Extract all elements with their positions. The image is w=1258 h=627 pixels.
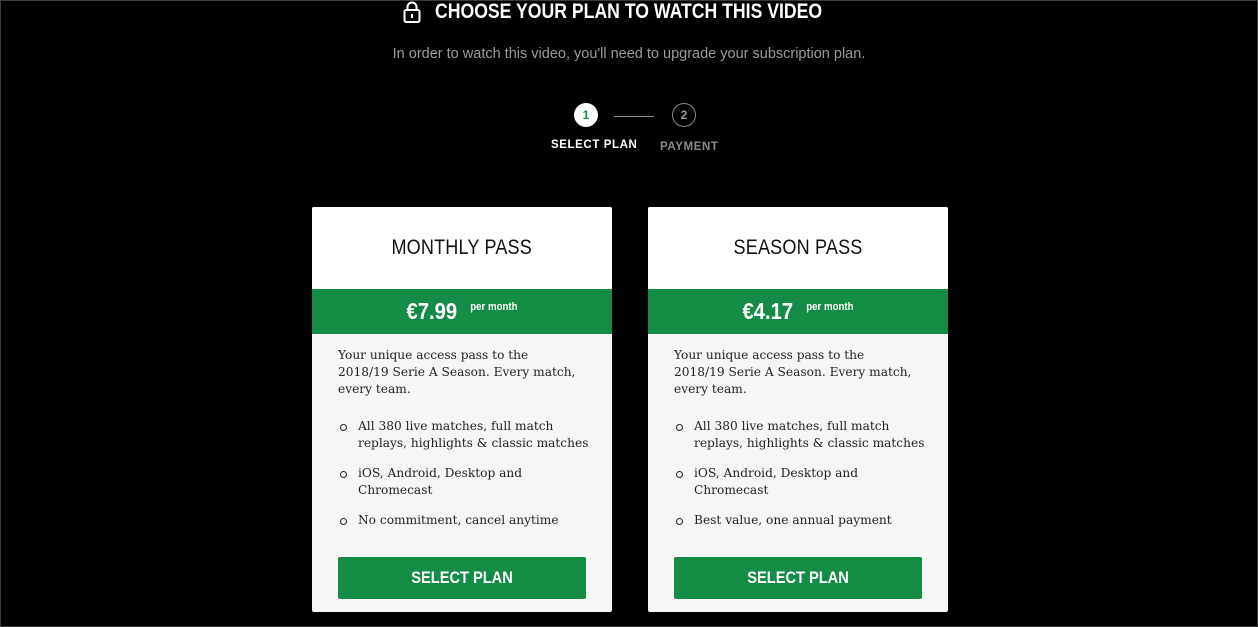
step-1-label: SELECT PLAN — [551, 139, 638, 151]
price-period: per month — [806, 300, 854, 313]
feature-item: No commitment, cancel anytime — [338, 512, 594, 529]
circle-bullet-icon — [676, 518, 683, 525]
circle-bullet-icon — [340, 471, 347, 478]
plan-card-monthly: MONTHLY PASS €7.99 per month Your unique… — [312, 207, 612, 612]
plan-header: MONTHLY PASS — [312, 207, 612, 289]
feature-list: All 380 live matches, full match replays… — [674, 418, 924, 529]
feature-text: No commitment, cancel anytime — [358, 513, 559, 527]
circle-bullet-icon — [340, 424, 347, 431]
plan-stepper: 1 2 SELECT PLAN PAYMENT — [0, 103, 1258, 163]
plan-description: Your unique access pass to the 2018/19 S… — [338, 348, 576, 396]
plan-description: Your unique access pass to the 2018/19 S… — [674, 348, 912, 396]
feature-item: Best value, one annual payment — [674, 512, 930, 529]
plan-body: Your unique access pass to the 2018/19 S… — [312, 334, 612, 529]
plan-price: €7.99 — [406, 298, 458, 324]
plan-title: MONTHLY PASS — [391, 236, 533, 259]
plan-body: Your unique access pass to the 2018/19 S… — [648, 334, 948, 529]
feature-item: iOS, Android, Desktop and Chromecast — [674, 465, 930, 499]
page-title: CHOOSE YOUR PLAN TO WATCH THIS VIDEO — [435, 0, 823, 23]
lock-icon — [403, 1, 421, 23]
plan-price: €4.17 — [742, 298, 794, 324]
select-plan-button[interactable]: SELECT PLAN — [674, 557, 922, 599]
circle-bullet-icon — [676, 471, 683, 478]
plan-card-season: SEASON PASS €4.17 per month Your unique … — [648, 207, 948, 612]
circle-bullet-icon — [676, 424, 683, 431]
window-frame — [0, 0, 1258, 627]
step-2-indicator: 2 — [672, 103, 696, 127]
feature-text: Best value, one annual payment — [694, 513, 892, 527]
plan-title: SEASON PASS — [733, 236, 863, 259]
price-period: per month — [470, 300, 518, 313]
feature-item: All 380 live matches, full match replays… — [338, 418, 594, 452]
price-bar: €7.99 per month — [312, 289, 612, 334]
plan-header: SEASON PASS — [648, 207, 948, 289]
feature-text: iOS, Android, Desktop and Chromecast — [694, 466, 859, 497]
feature-text: All 380 live matches, full match replays… — [694, 419, 925, 450]
step-2-label: PAYMENT — [660, 141, 719, 153]
feature-item: iOS, Android, Desktop and Chromecast — [338, 465, 594, 499]
page-header: CHOOSE YOUR PLAN TO WATCH THIS VIDEO — [0, 0, 1258, 26]
step-1-indicator: 1 — [574, 103, 598, 127]
select-plan-label: SELECT PLAN — [747, 568, 849, 587]
feature-text: iOS, Android, Desktop and Chromecast — [358, 466, 523, 497]
feature-text: All 380 live matches, full match replays… — [358, 419, 589, 450]
circle-bullet-icon — [340, 518, 347, 525]
price-bar: €4.17 per month — [648, 289, 948, 334]
feature-item: All 380 live matches, full match replays… — [674, 418, 930, 452]
select-plan-label: SELECT PLAN — [411, 568, 513, 587]
feature-list: All 380 live matches, full match replays… — [338, 418, 588, 529]
page-subtitle: In order to watch this video, you'll nee… — [392, 46, 866, 62]
step-connector — [614, 116, 654, 117]
select-plan-button[interactable]: SELECT PLAN — [338, 557, 586, 599]
